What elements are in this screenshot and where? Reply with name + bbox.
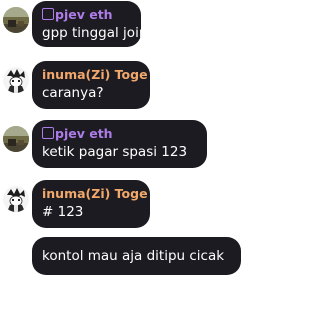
- badge-icon: [42, 8, 54, 20]
- pjev-avatar[interactable]: [3, 126, 29, 152]
- message-author[interactable]: pjev eth: [42, 126, 197, 141]
- message-text: kontol mau aja ditipu cicak: [42, 248, 225, 264]
- inuma-avatar[interactable]: [3, 186, 29, 212]
- inuma-avatar[interactable]: [3, 67, 29, 93]
- pjev-avatar[interactable]: [3, 7, 29, 33]
- message-bubble[interactable]: inuma(Zi) Toge caranya?: [32, 61, 150, 109]
- message-author[interactable]: pjev eth: [42, 7, 131, 22]
- message-text: caranya?: [42, 85, 104, 101]
- message-author[interactable]: inuma(Zi) Toge: [42, 67, 148, 82]
- badge-icon: [42, 127, 54, 139]
- message-bubble[interactable]: pjev eth ketik pagar spasi 123: [32, 120, 207, 168]
- message-bubble[interactable]: kontol mau aja ditipu cicak: [32, 237, 241, 275]
- message-bubble[interactable]: inuma(Zi) Toge # 123: [32, 180, 150, 228]
- message-bubble[interactable]: pjev eth gpp tinggal join: [32, 1, 148, 47]
- message-text: gpp tinggal join: [42, 25, 148, 41]
- message-text: ketik pagar spasi 123: [42, 144, 188, 160]
- message-author[interactable]: inuma(Zi) Toge: [42, 186, 148, 201]
- chat-thread: pjev eth gpp tinggal join inuma(Zi) Toge…: [0, 0, 249, 320]
- message-text: # 123: [42, 204, 84, 220]
